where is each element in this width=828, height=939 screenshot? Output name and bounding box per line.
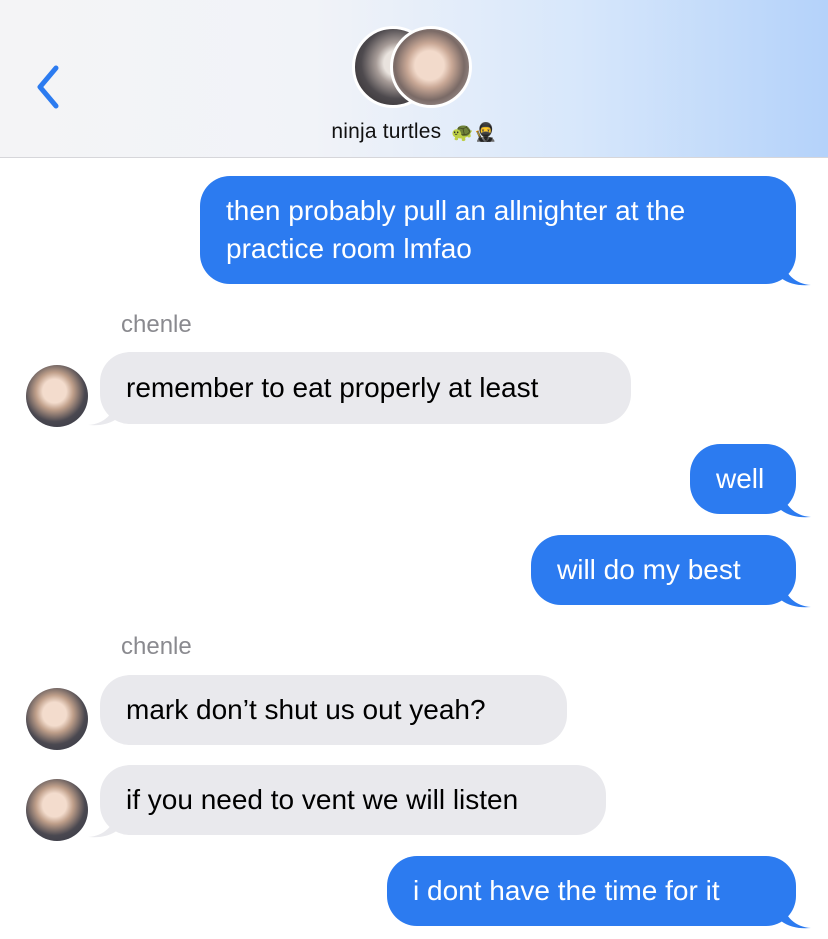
bubble-tail xyxy=(781,580,811,608)
incoming-message-bubble[interactable]: mark don’t shut us out yeah? xyxy=(100,675,567,745)
sender-avatar[interactable] xyxy=(26,688,88,750)
outgoing-message-bubble[interactable]: will do my best xyxy=(531,535,796,605)
message-text: well xyxy=(716,463,765,494)
message-text: will do my best xyxy=(557,554,741,585)
message-text: mark don’t shut us out yeah? xyxy=(126,694,486,725)
outgoing-message-bubble[interactable]: i dont have the time for it xyxy=(387,856,796,926)
bubble-tail xyxy=(88,810,118,838)
back-button[interactable] xyxy=(30,62,70,112)
message-text: then probably pull an allnighter at the … xyxy=(226,195,686,264)
conversation-header: ninja turtles 🐢🥷 xyxy=(0,0,828,158)
group-name-label: ninja turtles xyxy=(331,120,442,143)
group-name[interactable]: ninja turtles 🐢🥷 xyxy=(0,120,828,144)
bubble-tail xyxy=(88,398,118,426)
message-text: i dont have the time for it xyxy=(413,875,720,906)
chevron-left-icon xyxy=(37,65,59,109)
group-avatar[interactable] xyxy=(352,26,478,110)
bubble-tail xyxy=(781,490,811,518)
bubble-tail xyxy=(781,258,811,286)
sender-avatar[interactable] xyxy=(26,779,88,841)
sender-avatar[interactable] xyxy=(26,365,88,427)
sender-name: chenle xyxy=(121,633,192,660)
outgoing-message-bubble[interactable]: then probably pull an allnighter at the … xyxy=(200,176,796,284)
incoming-message-bubble[interactable]: if you need to vent we will listen xyxy=(100,765,606,835)
incoming-message-bubble[interactable]: remember to eat properly at least xyxy=(100,352,631,424)
turtle-ninja-emoji: 🐢🥷 xyxy=(451,122,497,142)
sender-name: chenle xyxy=(121,311,192,338)
bubble-tail xyxy=(781,901,811,929)
message-text: if you need to vent we will listen xyxy=(126,784,519,815)
member-avatar xyxy=(390,26,472,108)
message-text: remember to eat properly at least xyxy=(126,372,539,403)
